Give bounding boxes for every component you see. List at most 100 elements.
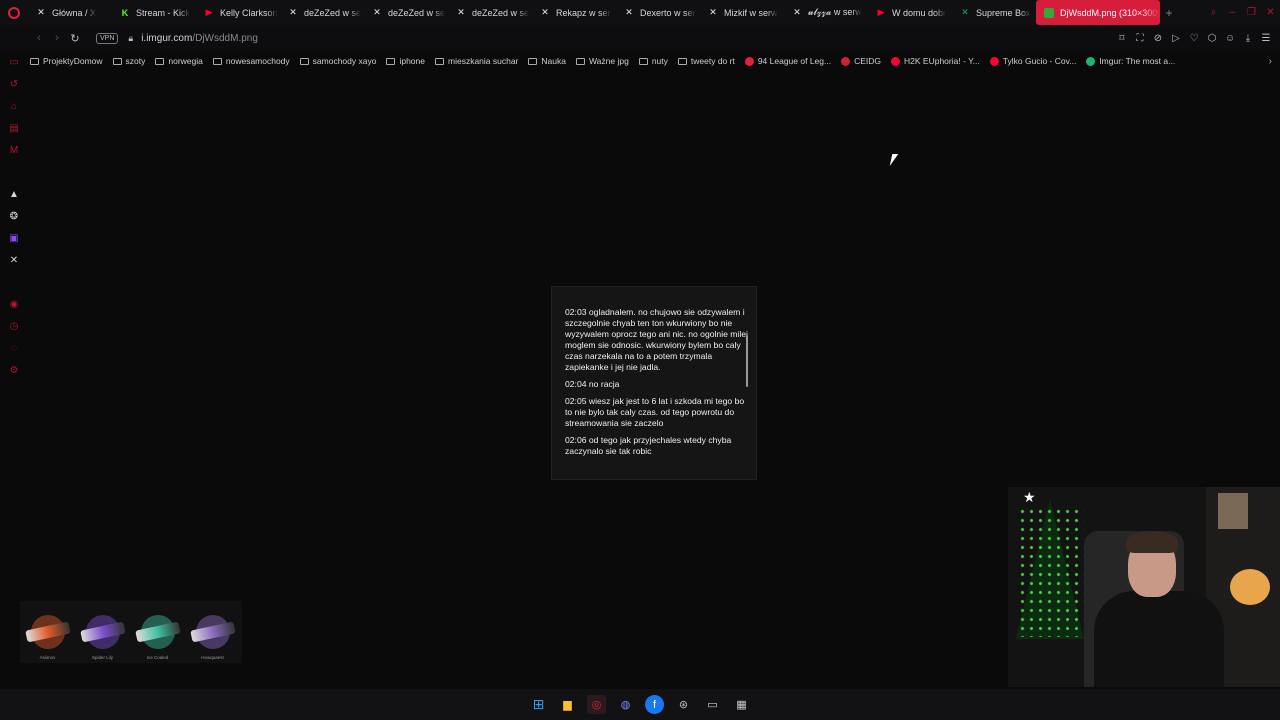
skin-card: Howquaest: [185, 601, 240, 663]
bookmark-item[interactable]: Ważne jpg: [575, 56, 629, 66]
x-icon: ✕: [541, 7, 549, 17]
bookmark-item[interactable]: szoty: [112, 56, 145, 66]
plush-toy: [1230, 569, 1270, 605]
download-icon[interactable]: ⤓: [1242, 33, 1254, 44]
tab[interactable]: ✕ deZeZed w se: [364, 0, 448, 25]
shield-icon[interactable]: ⊘: [1152, 33, 1164, 44]
folder-icon: [435, 57, 444, 65]
snapshot-icon[interactable]: ⌑: [1116, 33, 1128, 44]
reload-icon[interactable]: ↻: [66, 32, 84, 45]
youtube-icon: [989, 56, 999, 66]
chatgpt-icon[interactable]: ❂: [6, 205, 22, 227]
lock-icon[interactable]: 🔒︎: [128, 33, 133, 44]
image-viewer[interactable]: 02:03 ogladnalem. no chujowo sie odzywal…: [551, 286, 757, 480]
tab[interactable]: ▶ Kelly Clarkson: [196, 0, 280, 25]
minimize-icon[interactable]: –: [1223, 7, 1242, 18]
new-tab-button[interactable]: +: [1160, 6, 1178, 20]
profile-icon[interactable]: ☺: [1224, 33, 1236, 44]
back-icon[interactable]: ‹: [30, 32, 48, 44]
bag-icon[interactable]: ⌂: [6, 95, 22, 117]
close-icon[interactable]: ✕: [1261, 7, 1280, 18]
bookmark-item[interactable]: Imgur: The most a...: [1086, 56, 1175, 66]
bookmark-label: Ważne jpg: [588, 56, 629, 66]
maximize-icon[interactable]: ❐: [1242, 7, 1261, 18]
player-icon[interactable]: ▷: [1170, 33, 1182, 44]
menu-icon[interactable]: ☰: [1260, 33, 1272, 44]
url-path: /DjWsddM.png: [192, 32, 258, 44]
folder-icon: [528, 57, 538, 65]
player-icon[interactable]: ◉: [6, 293, 22, 315]
bookmark-item[interactable]: nowesamochody: [212, 56, 290, 66]
bookmark-item[interactable]: ProjektyDomow: [30, 56, 103, 66]
folder-icon: [30, 57, 39, 65]
tab[interactable]: ✕ deZeZed w se: [280, 0, 364, 25]
bookmark-item[interactable]: norwegia: [155, 56, 203, 66]
extensions-icon[interactable]: ⬡: [1206, 33, 1218, 44]
tab[interactable]: ✕ Główna / X: [28, 0, 112, 25]
window-controls: ⌕ – ❐ ✕: [1204, 0, 1280, 25]
clock-icon[interactable]: ◷: [6, 315, 22, 337]
x-icon[interactable]: ✕: [6, 249, 22, 271]
windows-start-icon[interactable]: ⊞: [529, 695, 548, 714]
address-bar: ‹ › ↻ VPN 🔒︎ i.imgur.com/DjWsddM.png ⌑ ⛶…: [0, 25, 1280, 51]
gmail-icon[interactable]: M: [6, 139, 22, 161]
heart-icon[interactable]: ♡: [1188, 33, 1200, 44]
tab-title: Stream - Kick: [136, 7, 191, 18]
terminal-icon[interactable]: ▭: [703, 695, 722, 714]
forward-icon[interactable]: ›: [48, 32, 66, 44]
tab[interactable]: ▶ W domu dobr: [868, 0, 952, 25]
twitch-icon[interactable]: ▣: [6, 227, 22, 249]
bookmark-item[interactable]: 94 League of Leg...: [744, 56, 831, 66]
tree-lights: [1018, 507, 1084, 637]
bookmark-item[interactable]: CEIDG: [841, 56, 881, 66]
url-domain: i.imgur.com: [141, 32, 193, 44]
image-icon: [1044, 7, 1054, 18]
tab[interactable]: ✕ Dexerto w ser: [616, 0, 700, 25]
tab-title: Główna / X: [52, 7, 97, 18]
tab[interactable]: ✕ Supreme Box: [952, 0, 1036, 25]
bookmark-item[interactable]: tweety do rt: [677, 56, 735, 66]
bookmark-item[interactable]: iphone: [386, 56, 425, 66]
bookmark-item[interactable]: nuty: [638, 56, 668, 66]
opera-gx-icon[interactable]: ◎: [587, 695, 606, 714]
bookmark-item[interactable]: Tylko Gucio - Cov...: [989, 56, 1076, 66]
bookmark-item[interactable]: samochody xayo: [299, 56, 377, 66]
crop-icon[interactable]: ⛶: [1134, 33, 1146, 44]
messenger-icon[interactable]: ◌: [6, 337, 22, 359]
file-explorer-icon[interactable]: ▆: [558, 695, 577, 714]
taskbar: ⊞ ▆ ◎ ◍ f ⊛ ▭ ▦: [0, 689, 1280, 720]
bookmark-item[interactable]: Nauka: [528, 56, 566, 66]
aria-icon[interactable]: ▲: [6, 183, 22, 205]
bookmark-item[interactable]: H2K EUphoria! - Y...: [891, 56, 980, 66]
app-icon[interactable]: ▦: [732, 695, 751, 714]
vpn-badge[interactable]: VPN: [96, 32, 119, 44]
settings-icon[interactable]: ⚙: [6, 359, 22, 381]
tab[interactable]: ✕ deZeZed w se: [448, 0, 532, 25]
discord-icon[interactable]: ◍: [616, 695, 635, 714]
workspaces-icon[interactable]: ▭: [6, 51, 22, 73]
tab-active[interactable]: DjWsddM.png (310×300): [1036, 0, 1160, 25]
facebook-icon[interactable]: f: [645, 695, 664, 714]
x-icon: ✕: [373, 7, 381, 17]
x-icon: ✕: [709, 7, 717, 17]
x-icon: ✕: [625, 7, 633, 17]
bookmark-item[interactable]: mieszkania suchar: [435, 56, 518, 66]
tab[interactable]: ✕ 𝓾𝓵𝔃𝔃𝓪 w serw: [784, 0, 868, 25]
chevron-right-icon[interactable]: ›: [1269, 56, 1272, 67]
opera-logo-icon[interactable]: [0, 0, 28, 25]
tab[interactable]: ✕ Mizkif w serw: [700, 0, 784, 25]
bookmark-label: nowesamochody: [225, 56, 290, 66]
tab-title: DjWsddM.png (310×300): [1060, 7, 1160, 18]
folder-icon: [386, 57, 396, 65]
tab[interactable]: K Stream - Kick: [112, 0, 196, 25]
search-tabs-icon[interactable]: ⌕: [1204, 7, 1223, 18]
tab-title: Kelly Clarkson: [220, 7, 278, 18]
tv-icon[interactable]: ▤: [6, 117, 22, 139]
history-icon[interactable]: ↺: [6, 73, 22, 95]
tab[interactable]: ✕ Rekapz w ser: [532, 0, 616, 25]
url-field[interactable]: i.imgur.com/DjWsddM.png: [141, 33, 258, 44]
folder-icon: [155, 57, 165, 65]
bookmark-label: samochody xayo: [312, 56, 377, 66]
steam-icon[interactable]: ⊛: [674, 695, 693, 714]
